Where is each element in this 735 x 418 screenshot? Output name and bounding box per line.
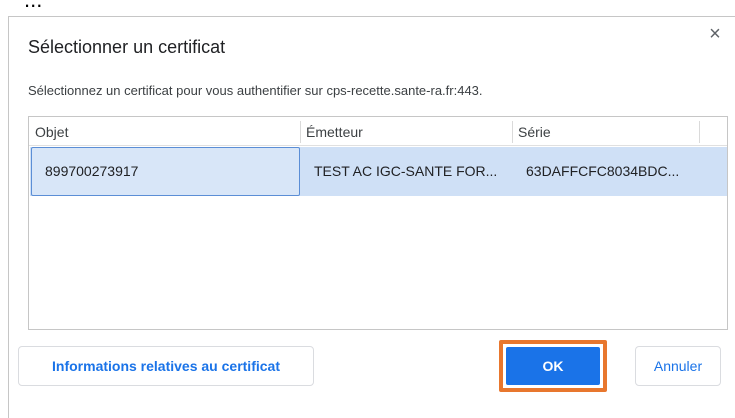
cell-objet[interactable]: 899700273917 [31,147,300,196]
dialog-subtitle: Sélectionnez un certificat pour vous aut… [28,83,483,98]
table-header: Objet Émetteur Série [29,117,727,146]
column-header-objet[interactable]: Objet [29,117,300,145]
cell-serie[interactable]: 63DAFFCFC8034BDC... [514,147,724,196]
column-header-serie[interactable]: Série [512,117,699,145]
table-row[interactable]: 899700273917 TEST AC IGC-SANTE FOR... 63… [30,147,727,196]
dialog-title: Sélectionner un certificat [28,37,226,57]
close-icon[interactable]: × [706,24,724,44]
background-text-fragment: ... [24,0,42,13]
ok-button[interactable]: OK [506,347,600,385]
cell-emetteur[interactable]: TEST AC IGC-SANTE FOR... [302,147,514,196]
column-header-emetteur[interactable]: Émetteur [300,117,512,145]
certificate-info-button[interactable]: Informations relatives au certificat [18,346,314,386]
cancel-button[interactable]: Annuler [635,346,721,386]
certificate-table: Objet Émetteur Série 899700273917 TEST A… [28,116,728,330]
column-divider[interactable] [699,121,700,143]
